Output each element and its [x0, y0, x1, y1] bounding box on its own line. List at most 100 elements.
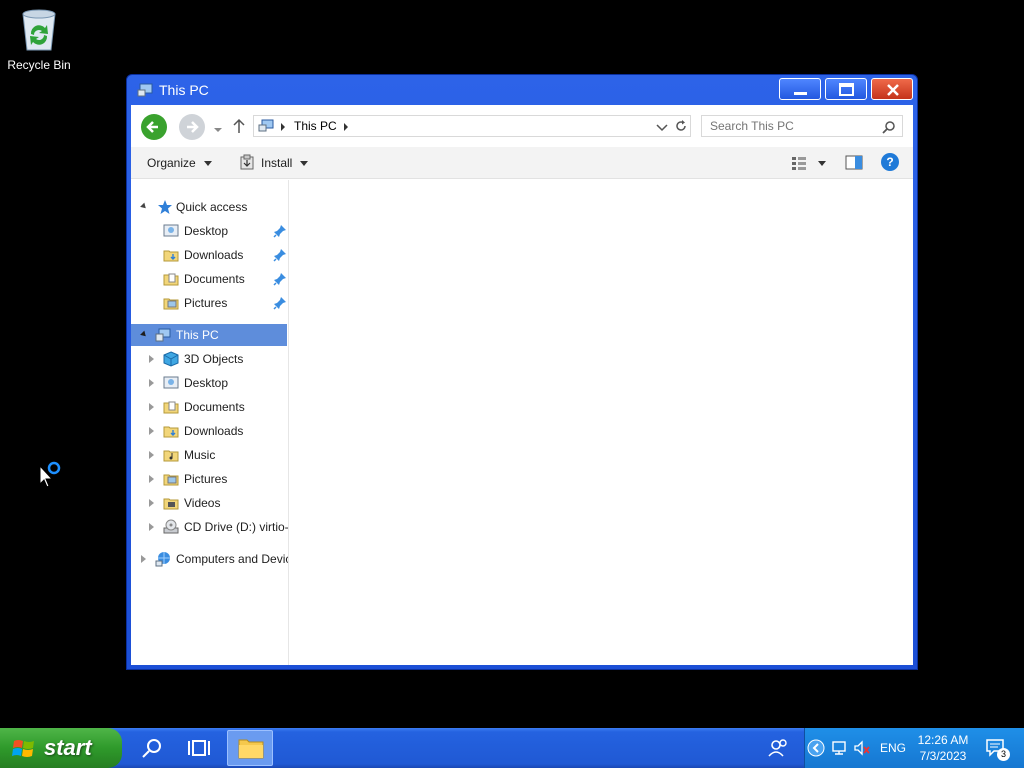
3d-objects-icon [163, 351, 179, 367]
up-arrow-icon[interactable] [231, 117, 247, 135]
maximize-button[interactable] [825, 78, 867, 100]
show-hidden-icons-icon[interactable] [807, 739, 825, 757]
tree-label: Documents [184, 272, 245, 286]
tree-music[interactable]: Music [131, 444, 287, 466]
start-label: start [44, 735, 92, 760]
search-input[interactable] [702, 116, 880, 136]
expand-arrow-icon[interactable] [149, 427, 154, 435]
help-icon[interactable]: ? [881, 153, 899, 171]
chevron-down-icon [203, 160, 212, 166]
expand-arrow-icon[interactable] [149, 451, 154, 459]
expand-arrow-icon[interactable] [141, 555, 146, 563]
tree-quick-pictures[interactable]: Pictures [131, 292, 287, 314]
search-icon[interactable] [882, 120, 896, 134]
desktop-icon-recycle-bin[interactable]: Recycle Bin [4, 6, 74, 72]
desktop-folder-icon [163, 223, 179, 239]
desktop-folder-icon [163, 375, 179, 391]
expand-arrow-icon[interactable] [149, 403, 154, 411]
windows-flag-icon [12, 738, 36, 760]
expand-arrow-icon[interactable] [149, 379, 154, 387]
refresh-icon[interactable] [674, 119, 688, 133]
tree-this-pc[interactable]: This PC [131, 324, 287, 346]
tree-3d-objects[interactable]: 3D Objects [131, 348, 287, 370]
forward-button[interactable] [179, 114, 205, 140]
clock-time: 12:26 AM [917, 733, 969, 747]
tree-documents[interactable]: Documents [131, 396, 287, 418]
start-button[interactable]: start [0, 728, 122, 768]
task-view-icon[interactable] [187, 736, 211, 760]
tree-label: Documents [184, 400, 245, 414]
tree-label: CD Drive (D:) virtio- [184, 520, 289, 534]
navigation-bar: This PC [131, 105, 913, 147]
address-bar[interactable]: This PC [253, 115, 691, 137]
tree-quick-desktop[interactable]: Desktop [131, 220, 287, 242]
network-icon [155, 551, 171, 567]
this-pc-icon [258, 119, 274, 133]
clock[interactable]: 12:26 AM 7/3/2023 [909, 732, 977, 764]
expand-arrow-icon[interactable] [149, 355, 154, 363]
tree-desktop[interactable]: Desktop [131, 372, 287, 394]
install-label: Install [261, 156, 293, 170]
videos-folder-icon [163, 495, 179, 511]
title-bar[interactable]: This PC [127, 75, 917, 105]
content-pane[interactable] [290, 180, 913, 665]
tree-pictures[interactable]: Pictures [131, 468, 287, 490]
explorer-window: This PC This PC Search This PC Organize … [126, 74, 918, 670]
input-language[interactable]: ENG [880, 741, 906, 755]
address-dropdown-icon[interactable] [656, 121, 668, 135]
expand-arrow-icon[interactable] [149, 499, 154, 507]
tree-downloads[interactable]: Downloads [131, 420, 287, 442]
pictures-folder-icon [163, 295, 179, 311]
tree-label: Pictures [184, 296, 228, 310]
change-view-button[interactable] [791, 155, 827, 171]
this-pc-icon [155, 327, 171, 343]
desktop-icon-label: Recycle Bin [7, 58, 71, 72]
tree-label: Quick access [176, 200, 248, 214]
this-pc-icon [137, 82, 153, 98]
expand-arrow-icon[interactable] [140, 330, 148, 339]
pin-icon [273, 296, 287, 310]
pin-icon [273, 272, 287, 286]
network-icon[interactable] [830, 739, 848, 757]
documents-folder-icon [163, 399, 179, 415]
expand-arrow-icon[interactable] [140, 202, 148, 211]
recycle-bin-icon [17, 6, 61, 54]
install-button[interactable]: Install [239, 154, 309, 172]
breadcrumb-this-pc[interactable]: This PC [294, 119, 337, 133]
search-box[interactable] [701, 115, 903, 137]
tree-quick-access[interactable]: Quick access [131, 196, 287, 218]
downloads-folder-icon [163, 423, 179, 439]
tree-videos[interactable]: Videos [131, 492, 287, 514]
tree-label: Desktop [184, 376, 229, 390]
taskbar-file-explorer[interactable] [227, 730, 273, 766]
organize-button[interactable]: Organize [147, 154, 212, 172]
back-button[interactable] [141, 114, 167, 140]
tree-label: This PC [176, 328, 219, 342]
navigation-pane: Quick access Desktop Downloads Documents… [131, 180, 289, 665]
recent-locations-dropdown[interactable] [213, 122, 223, 136]
downloads-folder-icon [163, 247, 179, 263]
expand-arrow-icon[interactable] [149, 523, 154, 531]
tree-label: Computers and Devic [176, 552, 289, 566]
clock-date: 7/3/2023 [919, 749, 967, 763]
breadcrumb-separator-icon[interactable] [280, 121, 286, 135]
notification-count-badge: 3 [997, 748, 1010, 761]
expand-arrow-icon[interactable] [149, 475, 154, 483]
star-icon [157, 199, 173, 215]
pin-icon [273, 248, 287, 262]
preview-pane-icon[interactable] [845, 155, 863, 171]
music-folder-icon [163, 447, 179, 463]
volume-muted-icon[interactable] [853, 739, 871, 757]
busy-cursor-icon [38, 460, 66, 490]
minimize-button[interactable] [779, 78, 821, 100]
tree-cd-drive[interactable]: CD Drive (D:) virtio- [131, 516, 289, 538]
taskbar: start ENG 12:26 AM 7/3/2023 3 [0, 728, 1024, 768]
tree-quick-documents[interactable]: Documents [131, 268, 287, 290]
tree-network[interactable]: Computers and Devic [131, 548, 289, 570]
tree-label: Videos [184, 496, 221, 510]
search-icon[interactable] [140, 736, 164, 760]
people-icon[interactable] [766, 736, 790, 760]
breadcrumb-separator-icon[interactable] [343, 121, 349, 135]
close-button[interactable] [871, 78, 913, 100]
tree-quick-downloads[interactable]: Downloads [131, 244, 287, 266]
